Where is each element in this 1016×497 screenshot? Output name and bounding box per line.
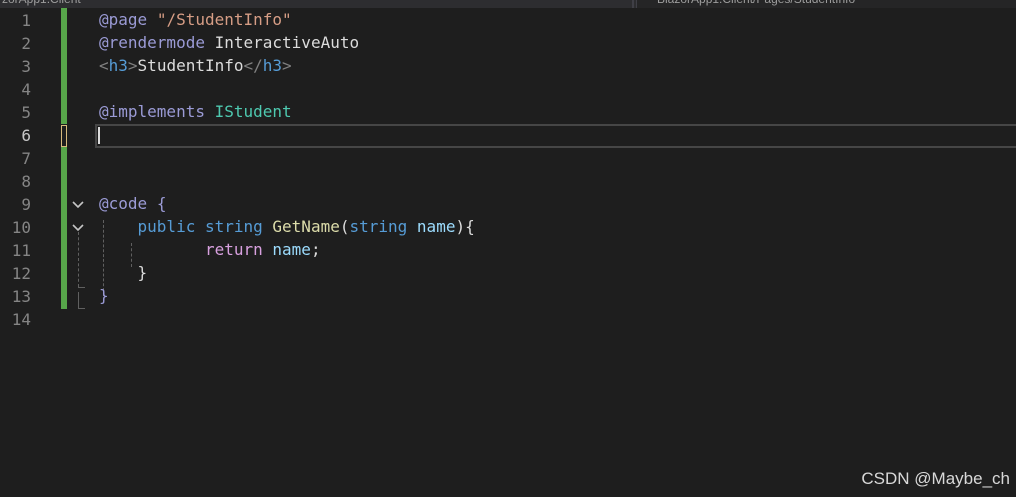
outline-guide bbox=[78, 232, 79, 287]
brace: } bbox=[99, 286, 109, 305]
return-value: name bbox=[272, 240, 311, 259]
line-number: 5 bbox=[21, 103, 31, 122]
watermark: CSDN @Maybe_ch bbox=[861, 469, 1010, 488]
tab-project[interactable]: zorApp1.Client bbox=[0, 0, 622, 8]
code-line-10[interactable]: public string GetName(string name){ bbox=[99, 215, 475, 238]
method-name: GetName bbox=[272, 217, 340, 236]
code-line-1[interactable]: @page "/StudentInfo" bbox=[99, 8, 292, 31]
route-string: "/StudentInfo" bbox=[156, 10, 292, 29]
tag-bracket: > bbox=[127, 56, 138, 75]
line-number: 11 bbox=[11, 241, 31, 260]
code-line-2[interactable]: @rendermode InteractiveAuto bbox=[99, 31, 359, 54]
line-number: 12 bbox=[11, 264, 31, 283]
directive: @rendermode bbox=[99, 33, 205, 52]
tag-name: h3 bbox=[108, 56, 128, 75]
line-number: 14 bbox=[11, 310, 31, 329]
code-line-12[interactable]: } bbox=[99, 261, 148, 284]
current-line-highlight bbox=[95, 124, 1016, 148]
code-line-3[interactable]: <h3>StudentInfo</h3> bbox=[99, 54, 292, 77]
unsaved-change-marker bbox=[61, 125, 67, 147]
keyword: string bbox=[204, 217, 263, 236]
code-line-13[interactable]: } bbox=[99, 284, 109, 307]
directive: @page bbox=[99, 10, 148, 29]
line-number: 8 bbox=[21, 172, 31, 191]
line-number: 4 bbox=[21, 80, 31, 99]
return-keyword: return bbox=[204, 240, 263, 259]
line-number: 13 bbox=[11, 287, 31, 306]
tag-bracket: < bbox=[99, 56, 109, 75]
line-number: 7 bbox=[21, 149, 31, 168]
tag-bracket: </ bbox=[243, 56, 263, 75]
outline-guide-end bbox=[78, 287, 85, 288]
line-number: 9 bbox=[21, 195, 31, 214]
tag-name: h3 bbox=[262, 56, 283, 75]
brace: { bbox=[156, 194, 167, 213]
saved-change-bar bbox=[61, 8, 67, 124]
code-line-5[interactable]: @implements IStudent bbox=[99, 100, 292, 123]
paren: ) bbox=[455, 217, 466, 236]
directive: @implements bbox=[99, 102, 205, 121]
parameter-name: name bbox=[416, 217, 456, 236]
line-number: 3 bbox=[21, 57, 31, 76]
tag-bracket: > bbox=[282, 56, 292, 75]
brace: { bbox=[465, 217, 475, 236]
brace: } bbox=[137, 263, 148, 282]
tab-file-path[interactable]: BlazorApp1.Client/Pages/StudentInfo bbox=[636, 0, 1016, 8]
line-number: 10 bbox=[11, 218, 31, 237]
code-line-11[interactable]: return name; bbox=[99, 238, 321, 261]
render-mode-value: InteractiveAuto bbox=[214, 33, 360, 52]
document-tab-strip: zorApp1.Client BlazorApp1.Client/Pages/S… bbox=[0, 0, 1016, 8]
directive: @code bbox=[99, 194, 148, 213]
tab-divider bbox=[632, 0, 634, 8]
chevron-down-icon[interactable] bbox=[70, 194, 86, 217]
saved-change-bar bbox=[61, 147, 67, 309]
keyword: public bbox=[137, 217, 196, 236]
outline-guide bbox=[78, 292, 79, 309]
semicolon: ; bbox=[310, 240, 321, 259]
line-number: 2 bbox=[21, 34, 31, 53]
keyword: string bbox=[349, 217, 408, 236]
heading-text: StudentInfo bbox=[137, 56, 244, 75]
text-caret bbox=[98, 127, 100, 144]
line-number-current: 6 bbox=[21, 126, 31, 145]
code-line-9[interactable]: @code { bbox=[99, 192, 166, 215]
interface-name: IStudent bbox=[214, 102, 292, 121]
outline-guide-end bbox=[78, 308, 85, 309]
line-number: 1 bbox=[21, 11, 31, 30]
